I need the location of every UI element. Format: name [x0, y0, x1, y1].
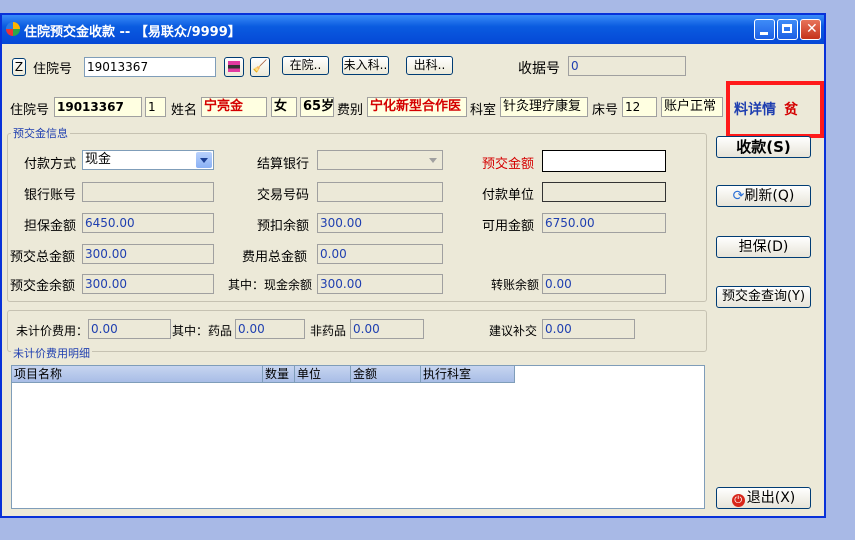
total-fee-label: 费用总金额 — [242, 250, 308, 265]
bank-account-label: 银行账号 — [24, 188, 77, 203]
column-header[interactable]: 项目名称 — [12, 366, 263, 383]
in-hospital-button[interactable]: 在院.. — [282, 56, 329, 75]
patient-gender: 女 — [271, 97, 297, 117]
column-header[interactable]: 单位 — [295, 366, 351, 383]
deposit-balance-label: 预交金余额 — [10, 279, 76, 294]
deposit-amount-label: 预交金额 — [482, 157, 535, 172]
unpriced-drug-value: 0.00 — [235, 319, 305, 339]
collect-button[interactable]: 收款(S) — [716, 136, 811, 158]
power-icon: ⏻ — [731, 494, 745, 507]
settle-bank-select — [317, 150, 443, 170]
z-button[interactable]: Z — [12, 58, 26, 76]
fee-type-label: 费别 — [337, 103, 364, 118]
bank-account-input — [82, 182, 214, 202]
refresh-button-label: 刷新(Q) — [744, 188, 795, 204]
clear-button[interactable]: 🧹 — [250, 57, 270, 77]
guarantee-label: 担保金额 — [24, 219, 77, 234]
bed-no: 12 — [622, 97, 657, 117]
detail-legend: 未计价费用明细 — [11, 345, 92, 361]
app-icon — [6, 22, 20, 36]
printer-icon — [228, 61, 240, 72]
pay-unit-label: 付款单位 — [482, 188, 535, 203]
deposit-query-button[interactable]: 预交金查询(Y) — [716, 286, 811, 308]
minimize-button[interactable] — [754, 19, 775, 40]
maximize-button[interactable] — [777, 19, 798, 40]
unpriced-nondrug-label: 非药品 — [310, 324, 347, 338]
title-bar[interactable]: 住院预交金收款 -- 【易联众/9999】 ✕ — [2, 15, 824, 44]
patient-age: 65岁 — [300, 97, 334, 117]
refresh-button[interactable]: ⟳刷新(Q) — [716, 185, 811, 207]
unpriced-detail-table[interactable]: 项目名称 数量 单位 金额 执行科室 — [11, 365, 705, 509]
discharged-button[interactable]: 出科.. — [406, 56, 453, 75]
guarantee-value: 6450.00 — [82, 213, 214, 233]
refresh-icon: ⟳ — [732, 188, 745, 204]
deposit-legend: 预交金信息 — [11, 125, 70, 141]
patient-name: 宁亮金 — [201, 97, 267, 117]
admission-times: 1 — [145, 97, 166, 117]
inpatient-no-input[interactable]: 19013367 — [84, 57, 216, 77]
cash-balance-label: 其中：现金余额 — [228, 278, 313, 292]
pay-unit-input[interactable] — [542, 182, 666, 202]
total-deposit-value: 300.00 — [82, 244, 214, 264]
column-header[interactable]: 数量 — [263, 366, 295, 383]
unpriced-fee-label: 未计价费用： — [16, 324, 89, 338]
close-icon: ✕ — [806, 21, 818, 37]
chevron-down-icon[interactable] — [196, 152, 212, 168]
settle-bank-label: 结算银行 — [257, 157, 310, 172]
chevron-down-icon — [425, 152, 441, 168]
pay-method-value: 现金 — [85, 152, 112, 167]
unpriced-fee-value: 0.00 — [88, 319, 171, 339]
pre-deduct-value: 300.00 — [317, 213, 443, 233]
fee-type: 宁化新型合作医 — [367, 97, 467, 117]
inpatient-no-label: 住院号 — [33, 62, 73, 77]
deposit-balance-value: 300.00 — [82, 274, 214, 294]
bed-label: 床号 — [592, 103, 619, 118]
pre-deduct-label: 预扣余额 — [257, 219, 310, 234]
transfer-balance-value: 0.00 — [542, 274, 666, 294]
trade-no-input — [317, 182, 443, 202]
guarantee-button[interactable]: 担保(D) — [716, 236, 811, 258]
window-title: 住院预交金收款 -- 【易联众/9999】 — [24, 25, 241, 40]
pay-method-label: 付款方式 — [24, 157, 77, 172]
available-label: 可用金额 — [482, 219, 535, 234]
exit-button[interactable]: ⏻ 退出(X) — [716, 487, 811, 509]
dept-label: 科室 — [470, 103, 497, 118]
transfer-balance-label: 转账余额 — [491, 278, 540, 292]
main-window: 住院预交金收款 -- 【易联众/9999】 ✕ Z 住院号 19013367 🧹… — [0, 13, 826, 518]
dept: 针灸理疗康复 — [500, 97, 588, 117]
deposit-amount-input[interactable] — [542, 150, 666, 172]
total-deposit-label: 预交总金额 — [10, 250, 76, 265]
column-header[interactable]: 金额 — [351, 366, 421, 383]
trade-no-label: 交易号码 — [257, 188, 310, 203]
poverty-badge: 贫 — [784, 102, 798, 118]
receipt-no-label: 收据号 — [518, 61, 560, 77]
column-header[interactable]: 执行科室 — [421, 366, 515, 383]
name-label: 姓名 — [171, 103, 198, 118]
broom-icon: 🧹 — [252, 59, 268, 73]
account-status: 账户正常 — [661, 97, 723, 117]
exit-button-label: 退出(X) — [746, 490, 796, 506]
patient-inpatient-no: 19013367 — [54, 97, 142, 117]
patient-inpatient-no-label: 住院号 — [10, 103, 50, 118]
available-value: 6750.00 — [542, 213, 666, 233]
cash-balance-value: 300.00 — [317, 274, 443, 294]
detail-link[interactable]: 料详情 — [734, 99, 776, 119]
print-button[interactable] — [224, 57, 244, 77]
close-button[interactable]: ✕ — [800, 19, 821, 40]
detail-link-label: 料详情 — [734, 102, 776, 118]
unpriced-nondrug-value: 0.00 — [350, 319, 424, 339]
suggest-pay-label: 建议补交 — [489, 324, 538, 338]
pay-method-select[interactable]: 现金 — [82, 150, 214, 170]
suggest-pay-value: 0.00 — [542, 319, 635, 339]
not-admitted-button[interactable]: 未入科.. — [342, 56, 389, 75]
receipt-no-field: 0 — [568, 56, 686, 76]
total-fee-value: 0.00 — [317, 244, 443, 264]
unpriced-drug-label: 其中：药品 — [172, 324, 233, 338]
